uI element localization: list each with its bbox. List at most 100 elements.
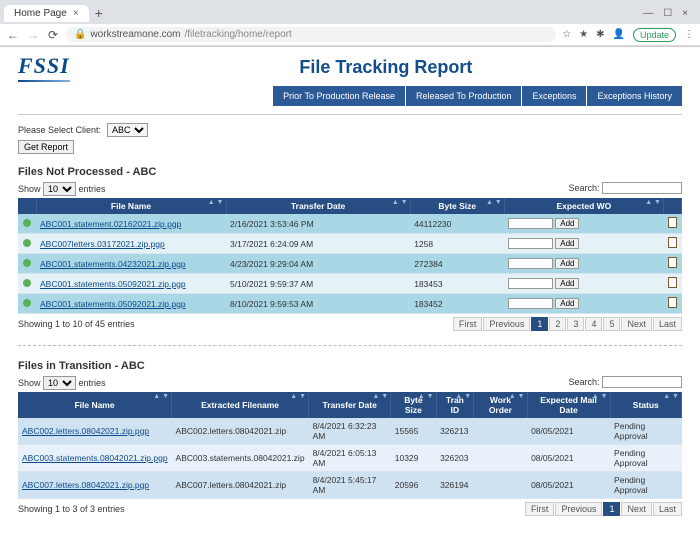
share-icon[interactable]: ☆ xyxy=(562,29,571,40)
document-icon[interactable] xyxy=(668,257,677,268)
tr-search-input[interactable] xyxy=(602,376,682,388)
expected-wo-input[interactable] xyxy=(508,258,553,269)
file-link[interactable]: ABC002.letters.08042021.zip.pgp xyxy=(22,426,149,436)
pager-last[interactable]: Last xyxy=(653,502,682,516)
document-icon[interactable] xyxy=(668,277,677,288)
divider xyxy=(18,114,682,115)
get-report-button[interactable]: Get Report xyxy=(18,140,74,154)
table-row: ABC002.letters.08042021.zip.pgpABC002.le… xyxy=(18,418,682,445)
profile-icon[interactable]: 👤 xyxy=(613,29,625,40)
table-row: ABC001.statements.05092021.zip.pgp8/10/2… xyxy=(18,294,682,314)
pager-prev[interactable]: Previous xyxy=(555,502,602,516)
tran-id: 326213 xyxy=(436,418,474,445)
pager-page-1[interactable]: 1 xyxy=(531,317,548,331)
transfer-date: 4/23/2021 9:29:04 AM xyxy=(226,254,410,274)
address-bar: ← → ⟳ 🔒 workstreamone.com/filetracking/h… xyxy=(0,24,700,46)
document-icon[interactable] xyxy=(668,217,677,228)
file-link[interactable]: ABC001.statements.04232021.zip.pgp xyxy=(40,259,186,269)
np-col-5[interactable] xyxy=(664,198,682,214)
np-col-2[interactable]: Transfer Date▲ ▼ xyxy=(226,198,410,214)
section-title-not-processed: Files Not Processed - ABC xyxy=(18,166,682,178)
pager-first[interactable]: First xyxy=(453,317,483,331)
tr-footer-text: Showing 1 to 3 of 3 entries xyxy=(18,504,125,514)
maximize-icon[interactable]: ☐ xyxy=(663,8,672,19)
tr-col-3[interactable]: Byte Size▲ ▼ xyxy=(391,392,436,418)
forward-icon[interactable]: → xyxy=(26,28,40,42)
tr-col-7[interactable]: Status▲ ▼ xyxy=(610,392,681,418)
new-tab-button[interactable]: + xyxy=(95,5,103,21)
client-selector-row: Please Select Client: ABC xyxy=(18,123,682,137)
tr-col-6[interactable]: Expected Mail Date▲ ▼ xyxy=(527,392,610,418)
star-icon[interactable]: ★ xyxy=(579,29,588,40)
pager-first[interactable]: First xyxy=(525,502,555,516)
expected-wo-input[interactable] xyxy=(508,238,553,249)
np-table: File Name▲ ▼Transfer Date▲ ▼Byte Size▲ ▼… xyxy=(18,198,682,314)
logo: FSSI xyxy=(18,53,70,82)
minimize-icon[interactable]: — xyxy=(643,8,653,19)
menu-exceptions-history[interactable]: Exceptions History xyxy=(587,86,682,106)
pager-page-3[interactable]: 3 xyxy=(567,317,584,331)
file-link[interactable]: ABC001.statements.05092021.zip.pgp xyxy=(40,299,186,309)
pager-prev[interactable]: Previous xyxy=(483,317,530,331)
tran-id: 326203 xyxy=(436,445,474,472)
document-icon[interactable] xyxy=(668,297,677,308)
file-link[interactable]: ABC003.statements.08042021.zip.pgp xyxy=(22,453,168,463)
np-col-3[interactable]: Byte Size▲ ▼ xyxy=(410,198,504,214)
tr-search-label: Search: xyxy=(568,377,599,387)
byte-size: 1258 xyxy=(410,234,504,254)
np-show-select[interactable]: 10 xyxy=(43,182,76,196)
menu-exceptions[interactable]: Exceptions xyxy=(522,86,586,106)
menu-released-to-production[interactable]: Released To Production xyxy=(406,86,521,106)
pager-next[interactable]: Next xyxy=(621,317,652,331)
top-menu: Prior To Production ReleaseReleased To P… xyxy=(18,86,682,106)
tr-show-select[interactable]: 10 xyxy=(43,376,76,390)
close-window-icon[interactable]: × xyxy=(682,8,688,19)
file-link[interactable]: ABC007.letters.08042021.zip.pgp xyxy=(22,480,149,490)
tr-col-1[interactable]: Extracted Filename▲ ▼ xyxy=(172,392,309,418)
tran-id: 326194 xyxy=(436,472,474,499)
np-col-1[interactable]: File Name▲ ▼ xyxy=(36,198,226,214)
byte-size: 183453 xyxy=(410,274,504,294)
extension-icon[interactable]: ✱ xyxy=(596,29,604,40)
pager-page-5[interactable]: 5 xyxy=(603,317,620,331)
add-button[interactable]: Add xyxy=(555,298,579,309)
np-search-input[interactable] xyxy=(602,182,682,194)
tab-close-icon[interactable]: × xyxy=(73,8,79,19)
menu-icon[interactable]: ⋮ xyxy=(684,29,694,40)
byte-size: 15565 xyxy=(391,418,436,445)
tr-col-4[interactable]: Tran ID▲ ▼ xyxy=(436,392,474,418)
np-table-head: File Name▲ ▼Transfer Date▲ ▼Byte Size▲ ▼… xyxy=(18,198,682,214)
np-col-4[interactable]: Expected WO▲ ▼ xyxy=(504,198,663,214)
update-button[interactable]: Update xyxy=(633,28,676,42)
tr-col-0[interactable]: File Name▲ ▼ xyxy=(18,392,172,418)
back-icon[interactable]: ← xyxy=(6,28,20,42)
expected-wo-input[interactable] xyxy=(508,278,553,289)
pager-page-4[interactable]: 4 xyxy=(585,317,602,331)
pager-next[interactable]: Next xyxy=(621,502,652,516)
np-footer-text: Showing 1 to 10 of 45 entries xyxy=(18,319,135,329)
add-button[interactable]: Add xyxy=(555,238,579,249)
tr-col-2[interactable]: Transfer Date▲ ▼ xyxy=(309,392,391,418)
file-link[interactable]: ABC001.statement.02162021.zip.pgp xyxy=(40,219,181,229)
expected-wo-input[interactable] xyxy=(508,218,553,229)
mail-date: 08/05/2021 xyxy=(527,472,610,499)
tr-col-5[interactable]: Work Order▲ ▼ xyxy=(474,392,527,418)
add-button[interactable]: Add xyxy=(555,278,579,289)
url-field[interactable]: 🔒 workstreamone.com/filetracking/home/re… xyxy=(66,27,556,42)
browser-chrome: Home Page × + — ☐ × ← → ⟳ 🔒 workstreamon… xyxy=(0,0,700,47)
file-link[interactable]: ABC007letters.03172021.zip.pgp xyxy=(40,239,165,249)
expected-wo-input[interactable] xyxy=(508,298,553,309)
np-col-0[interactable] xyxy=(18,198,36,214)
pager-page-1[interactable]: 1 xyxy=(603,502,620,516)
pager-last[interactable]: Last xyxy=(653,317,682,331)
pager-page-2[interactable]: 2 xyxy=(549,317,566,331)
reload-icon[interactable]: ⟳ xyxy=(46,28,60,42)
status-icon xyxy=(23,299,31,307)
add-button[interactable]: Add xyxy=(555,258,579,269)
browser-tab[interactable]: Home Page × xyxy=(4,5,89,22)
document-icon[interactable] xyxy=(668,237,677,248)
client-select[interactable]: ABC xyxy=(107,123,148,137)
menu-prior-to-production-release[interactable]: Prior To Production Release xyxy=(273,86,405,106)
add-button[interactable]: Add xyxy=(555,218,579,229)
file-link[interactable]: ABC001.statements.05092021.zip.pgp xyxy=(40,279,186,289)
